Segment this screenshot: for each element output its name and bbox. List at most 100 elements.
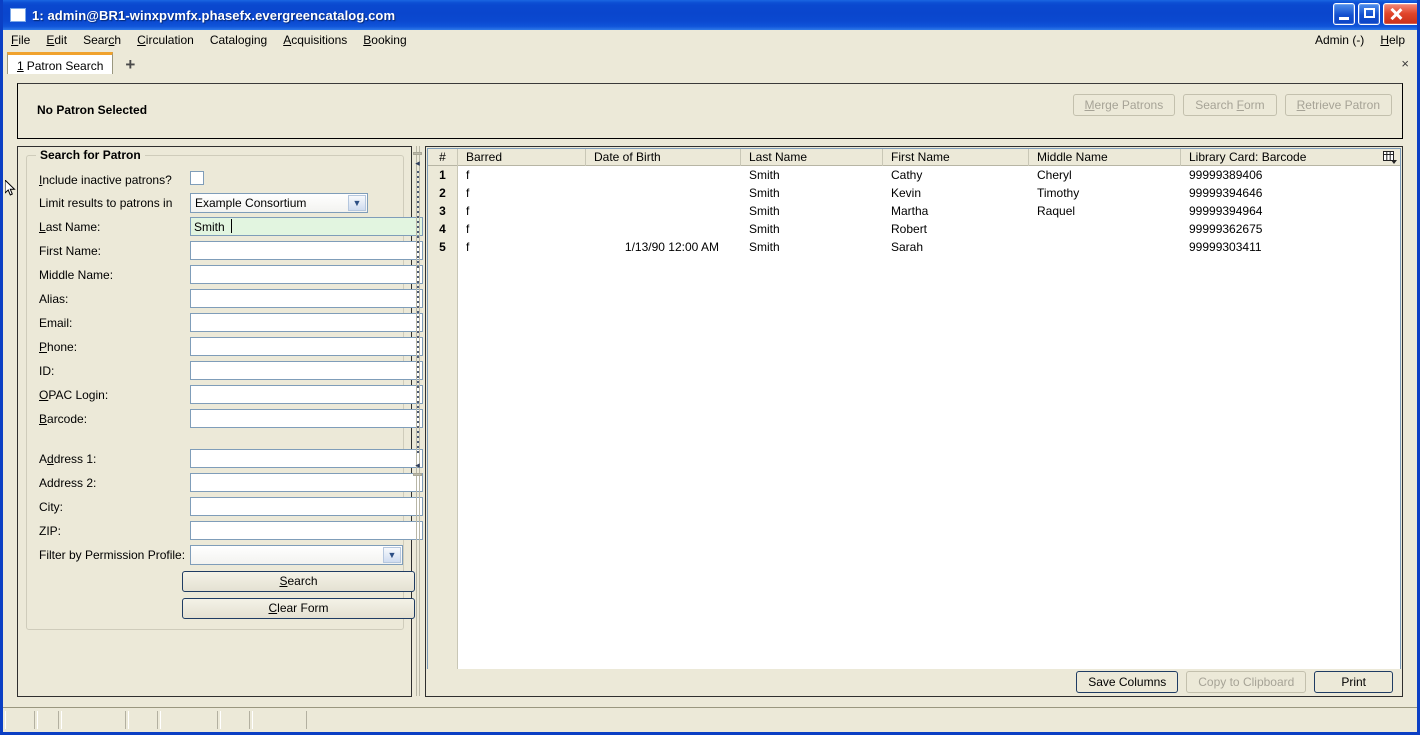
chevron-down-icon: ▼ <box>348 195 366 211</box>
table-row[interactable]: 4 f Smith Robert 99999362675 <box>428 220 1400 238</box>
cell-num: 2 <box>428 184 458 202</box>
label-id: ID: <box>39 364 55 378</box>
cell-barred: f <box>466 186 470 200</box>
menu-acquisitions[interactable]: Acquisitions <box>275 31 355 49</box>
close-tab-icon[interactable]: × <box>1401 56 1409 71</box>
barcode-input[interactable] <box>190 409 423 428</box>
menu-cataloging[interactable]: Cataloging <box>202 31 275 49</box>
email-input[interactable] <box>190 313 423 332</box>
status-bar <box>3 707 1417 732</box>
cell-dob <box>586 166 741 184</box>
first-name-input[interactable] <box>190 241 423 260</box>
cell-barred: f <box>466 168 470 182</box>
splitter-rail-right <box>419 146 420 696</box>
label-last-name: Last Name: <box>39 220 101 234</box>
row-limit-results: Limit results to patrons in Example Cons… <box>35 193 400 215</box>
search-button[interactable]: Search <box>182 571 415 592</box>
address-2-input[interactable] <box>190 473 423 492</box>
city-input[interactable] <box>190 497 423 516</box>
search-form-button[interactable]: Search Form <box>1183 94 1277 116</box>
merge-patrons-button[interactable]: Merge Patrons <box>1072 94 1176 116</box>
maximize-button[interactable] <box>1358 3 1380 25</box>
menu-edit[interactable]: Edit <box>38 31 75 49</box>
column-header-barcode[interactable]: Library Card: Barcode <box>1181 149 1400 166</box>
window-title: 1: admin@BR1-winxpvmfx.phasefx.evergreen… <box>32 7 396 23</box>
menu-admin[interactable]: Admin (-) <box>1307 31 1372 49</box>
column-header-num[interactable]: # <box>428 149 458 166</box>
menu-circulation[interactable]: Circulation <box>129 31 202 49</box>
cell-barcode: 99999303411 <box>1189 240 1262 254</box>
row-opac-login: OPAC Login: <box>35 385 423 407</box>
retrieve-patron-button[interactable]: Retrieve Patron <box>1284 94 1392 116</box>
menu-search[interactable]: Search <box>75 31 129 49</box>
label-zip: ZIP: <box>39 524 62 538</box>
middle-name-input[interactable] <box>190 265 423 284</box>
results-panel: # Barred Date of Birth Last Name First N… <box>425 146 1403 697</box>
label-include-inactive: Include inactive patrons? <box>39 173 172 187</box>
last-name-input[interactable] <box>190 217 423 236</box>
search-fieldset-legend: Search for Patron <box>36 148 145 162</box>
column-header-middle-name[interactable]: Middle Name <box>1029 149 1181 166</box>
text-caret <box>231 219 232 233</box>
address-1-input[interactable] <box>190 449 423 468</box>
menu-help[interactable]: Help <box>1372 31 1413 49</box>
org-unit-select[interactable]: Example Consortium ▼ <box>190 193 368 213</box>
menu-booking[interactable]: Booking <box>355 31 414 49</box>
table-row[interactable]: 3 f Smith Martha Raquel 99999394964 <box>428 202 1400 220</box>
label-phone: Phone: <box>39 340 78 354</box>
splitter-collapse-left-icon[interactable]: ◂ <box>413 159 422 168</box>
splitter-collapse-left-icon-2[interactable]: ◂ <box>413 461 422 470</box>
column-header-dob[interactable]: Date of Birth <box>586 149 741 166</box>
new-tab-button[interactable]: + <box>120 56 140 73</box>
patron-summary-strip: No Patron Selected Merge Patrons Search … <box>17 83 1403 139</box>
minimize-button[interactable] <box>1333 3 1355 25</box>
panel-splitter[interactable]: ◂ ◂ <box>411 146 425 696</box>
label-opac-login: OPAC Login: <box>39 388 109 402</box>
row-alias: Alias: <box>35 289 423 311</box>
clear-form-button[interactable]: Clear Form <box>182 598 415 619</box>
cell-first-name: Cathy <box>891 168 923 182</box>
opac-login-input[interactable] <box>190 385 423 404</box>
cell-barcode: 99999389406 <box>1189 168 1263 182</box>
cell-last-name: Smith <box>749 240 780 254</box>
status-cell <box>160 711 218 729</box>
patron-strip-buttons: Merge Patrons Search Form Retrieve Patro… <box>1072 94 1392 116</box>
menu-bar-right: Admin (-) Help <box>1307 31 1413 49</box>
cell-dob: 1/13/90 12:00 AM <box>624 240 719 254</box>
column-header-last-name[interactable]: Last Name <box>741 149 883 166</box>
print-button[interactable]: Print <box>1314 671 1393 693</box>
status-cell <box>5 711 35 729</box>
tab-number: 1 <box>17 59 24 73</box>
row-zip: ZIP: <box>35 521 423 543</box>
status-cell <box>252 711 307 729</box>
table-row[interactable]: 2 f Smith Kevin Timothy 99999394646 <box>428 184 1400 202</box>
include-inactive-checkbox[interactable] <box>190 171 204 185</box>
copy-to-clipboard-button[interactable]: Copy to Clipboard <box>1186 671 1307 693</box>
column-header-barred[interactable]: Barred <box>458 149 586 166</box>
cell-num: 1 <box>428 166 458 184</box>
row-include-inactive: Include inactive patrons? <box>35 170 400 192</box>
window-icon <box>10 8 26 22</box>
status-cell <box>220 711 250 729</box>
cell-num: 3 <box>428 202 458 220</box>
results-footer: Save Columns Copy to Clipboard Print <box>427 669 1401 695</box>
close-button[interactable] <box>1383 3 1417 25</box>
row-permission-profile: Filter by Permission Profile: ▼ <box>35 545 403 567</box>
cell-last-name: Smith <box>749 204 780 218</box>
tab-patron-search[interactable]: 1 Patron Search <box>7 52 114 75</box>
column-header-first-name[interactable]: First Name <box>883 149 1029 166</box>
zip-input[interactable] <box>190 521 423 540</box>
menu-file[interactable]: File <box>3 31 38 49</box>
content-area: No Patron Selected Merge Patrons Search … <box>3 74 1417 708</box>
search-panel: Search for Patron Include inactive patro… <box>17 146 423 697</box>
id-input[interactable] <box>190 361 423 380</box>
row-address-1: Address 1: <box>35 449 423 471</box>
status-cell <box>128 711 158 729</box>
column-picker-icon[interactable] <box>1381 150 1398 165</box>
save-columns-button[interactable]: Save Columns <box>1076 671 1179 693</box>
permission-profile-select[interactable]: ▼ <box>190 545 403 565</box>
table-row[interactable]: 5 f 1/13/90 12:00 AM Smith Sarah 9999930… <box>428 238 1400 256</box>
table-row[interactable]: 1 f Smith Cathy Cheryl 99999389406 <box>428 166 1400 184</box>
phone-input[interactable] <box>190 337 423 356</box>
alias-input[interactable] <box>190 289 423 308</box>
